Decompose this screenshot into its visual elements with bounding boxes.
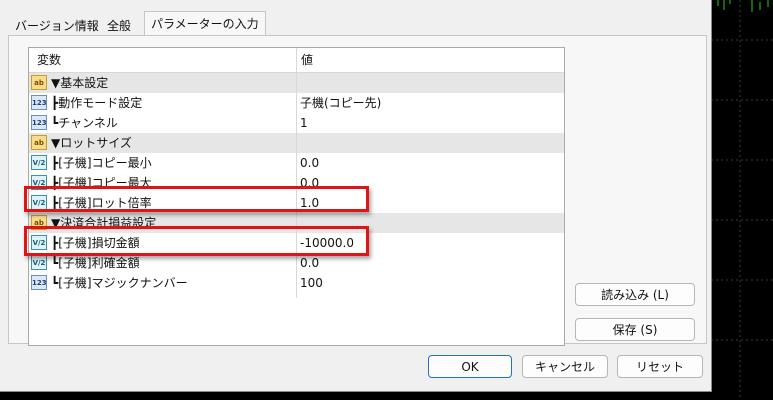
highlight-box-lot-multiplier [24, 186, 369, 212]
tab-general[interactable]: 全般 [100, 15, 139, 37]
parameter-value[interactable]: 子機(コピー先) [300, 93, 381, 113]
parameter-name: ┣[子機]コピー最小 [51, 156, 152, 170]
parameter-value[interactable]: 1 [300, 113, 308, 133]
parameter-name: ┗[子機]マジックナンバー [51, 276, 188, 290]
integer-123-icon: 123 [31, 275, 47, 290]
integer-123-icon: 123 [31, 115, 47, 130]
parameters-dialog: バージョン情報 全般 パラメーターの入力 変数 値 ab ▼基本設定 123 ┣… [0, 0, 712, 392]
tab-input-parameters[interactable]: パラメーターの入力 [144, 11, 266, 36]
parameter-name: ┗チャンネル [51, 116, 118, 130]
double-value-icon: V/2 [31, 255, 47, 270]
load-button[interactable]: 読み込み (L) [575, 283, 695, 306]
parameter-value[interactable]: 0.0 [300, 253, 319, 273]
ab-string-icon: ab [31, 135, 47, 150]
column-divider[interactable] [296, 48, 297, 298]
ok-button[interactable]: OK [428, 355, 512, 378]
highlight-box-stop-loss [24, 226, 369, 256]
save-button[interactable]: 保存 (S) [575, 318, 695, 341]
parameter-value[interactable]: 0.0 [300, 153, 319, 173]
parameter-name: ▼ロットサイズ [51, 136, 132, 150]
tab-version-info[interactable]: バージョン情報 [8, 15, 106, 37]
column-header-value[interactable]: 値 [301, 48, 313, 72]
parameter-name: ┣動作モード設定 [51, 96, 143, 110]
column-header-variable[interactable]: 変数 [37, 48, 61, 72]
cancel-button[interactable]: キャンセル [522, 355, 608, 378]
parameter-name: ┗[子機]利確金額 [51, 256, 140, 270]
parameter-name: ▼基本設定 [51, 76, 109, 90]
integer-123-icon: 123 [31, 95, 47, 110]
parameter-value[interactable]: 100 [300, 273, 323, 293]
double-value-icon: V/2 [31, 155, 47, 170]
reset-button[interactable]: リセット [617, 355, 703, 378]
ab-string-icon: ab [31, 75, 47, 90]
